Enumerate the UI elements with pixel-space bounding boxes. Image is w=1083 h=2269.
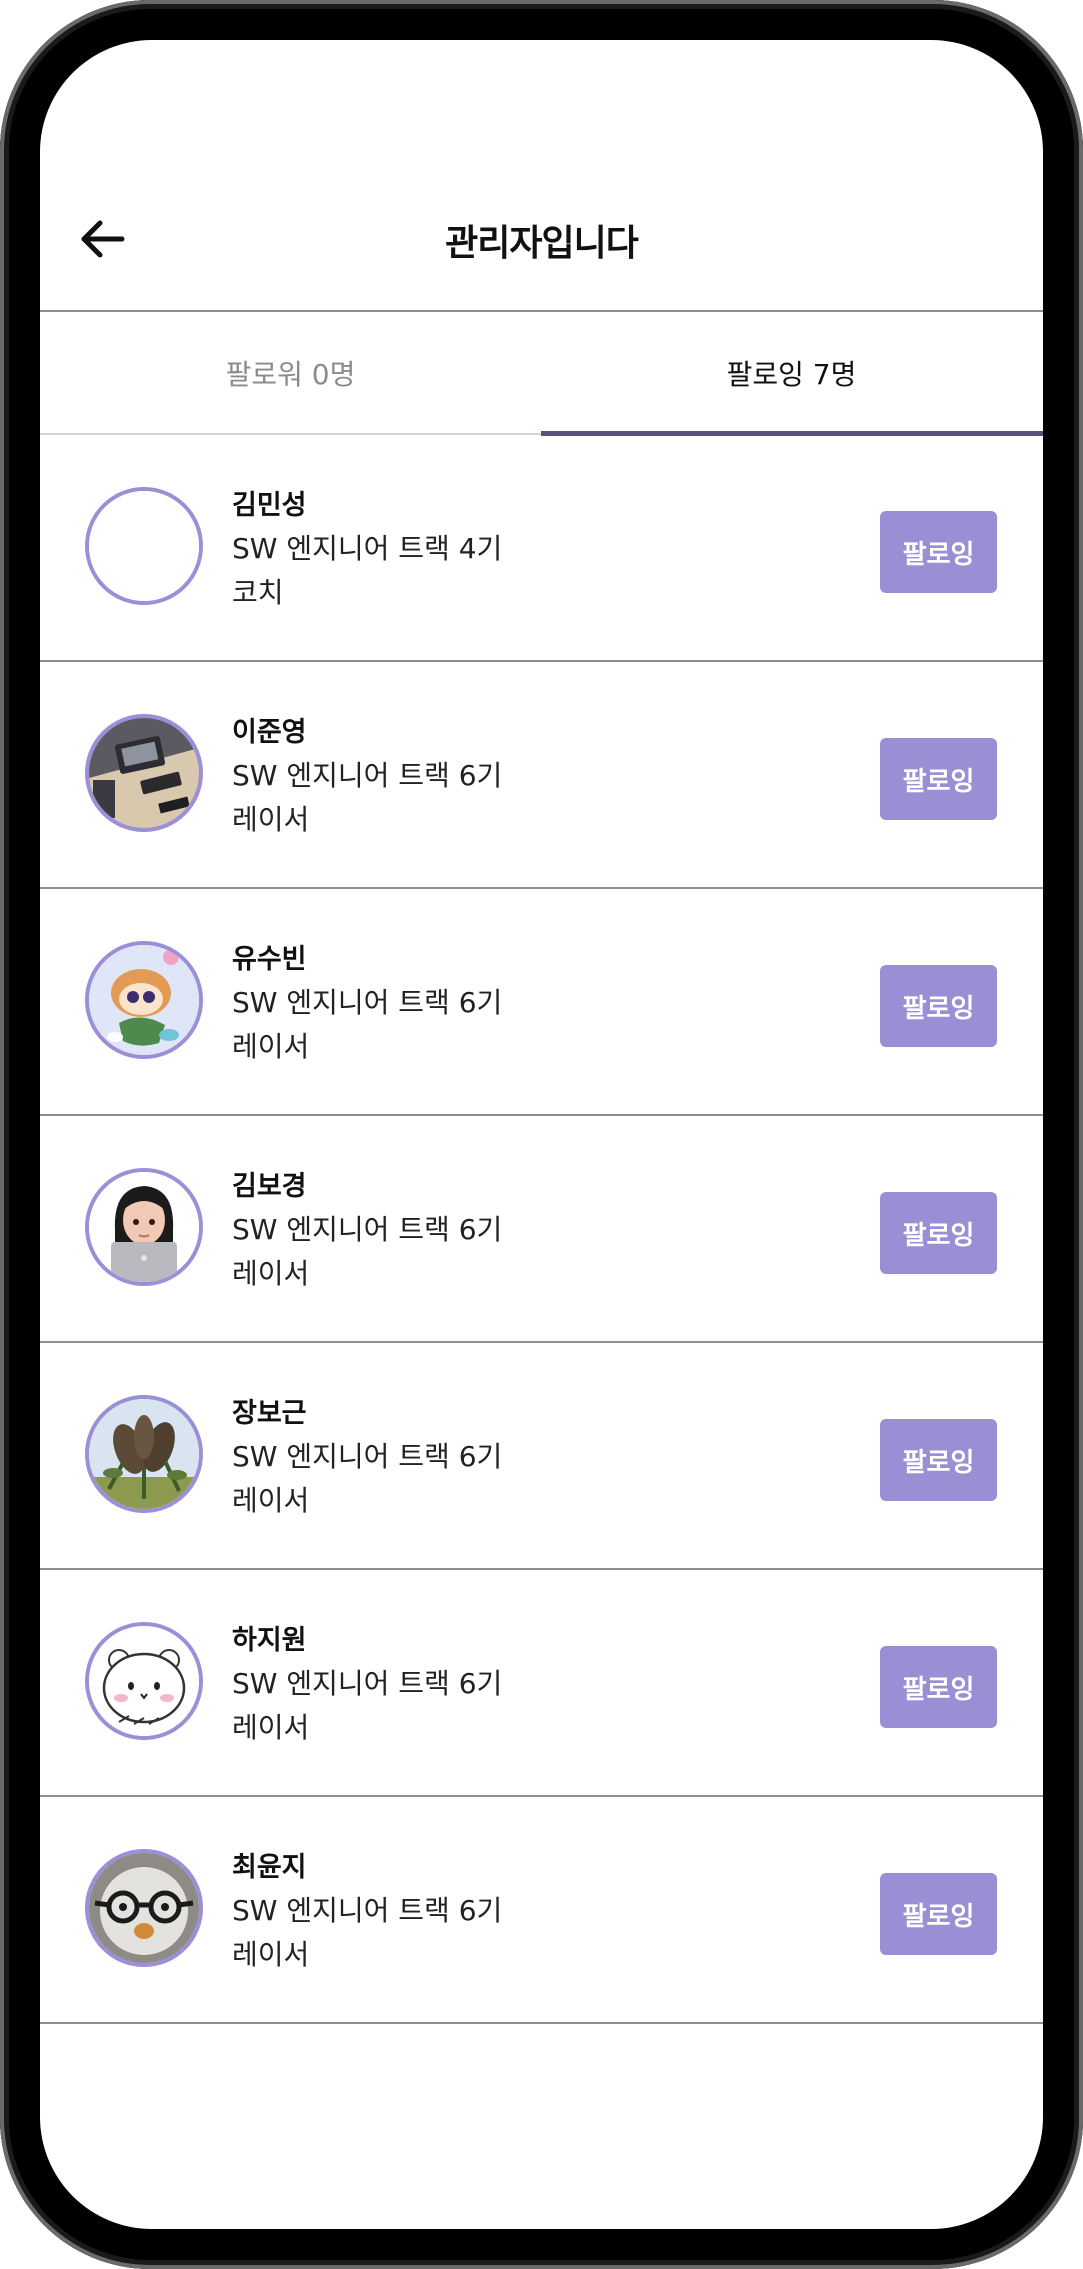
user-track: SW 엔지니어 트랙 6기: [232, 1894, 503, 1927]
user-name: 김민성: [232, 490, 307, 521]
following-button[interactable]: 팔로잉: [880, 1419, 997, 1501]
user-role: 레이서: [232, 1711, 310, 1744]
glasses-bird-avatar[interactable]: [85, 1849, 203, 1967]
user-role: 코치: [232, 576, 284, 609]
user-name: 김보경: [232, 1171, 307, 1202]
user-role: 레이서: [232, 1257, 310, 1290]
user-role: 레이서: [232, 1030, 310, 1063]
following-button[interactable]: 팔로잉: [880, 1192, 997, 1274]
user-role: 레이서: [232, 803, 310, 836]
user-track: SW 엔지니어 트랙 6기: [232, 1667, 503, 1700]
tab-bar: 팔로워 0명 팔로잉 7명: [40, 312, 1043, 436]
user-name: 최윤지: [232, 1852, 307, 1883]
following-list: 김민성 SW 엔지니어 트랙 4기 코치 팔로잉 이준영 SW 엔지니어 트랙 …: [40, 435, 1043, 2024]
list-item[interactable]: 김보경 SW 엔지니어 트랙 6기 레이서 팔로잉: [40, 1116, 1043, 1343]
user-track: SW 엔지니어 트랙 4기: [232, 532, 503, 565]
phone-screen: 관리자입니다 팔로워 0명 팔로잉 7명 김민성 SW 엔지니어 트랙 4기 코…: [40, 40, 1043, 2229]
list-item[interactable]: 장보근 SW 엔지니어 트랙 6기 레이서 팔로잉: [40, 1343, 1043, 1570]
tab-followers[interactable]: 팔로워 0명: [40, 312, 541, 433]
phone-frame: 관리자입니다 팔로워 0명 팔로잉 7명 김민성 SW 엔지니어 트랙 4기 코…: [0, 0, 1083, 2269]
list-item[interactable]: 김민성 SW 엔지니어 트랙 4기 코치 팔로잉: [40, 435, 1043, 662]
user-track: SW 엔지니어 트랙 6기: [232, 1213, 503, 1246]
white-bear-avatar[interactable]: [85, 1622, 203, 1740]
user-track: SW 엔지니어 트랙 6기: [232, 759, 503, 792]
following-button[interactable]: 팔로잉: [880, 1873, 997, 1955]
user-role: 레이서: [232, 1484, 310, 1517]
following-button[interactable]: 팔로잉: [880, 738, 997, 820]
following-button[interactable]: 팔로잉: [880, 1646, 997, 1728]
cartoon-character-avatar[interactable]: [85, 941, 203, 1059]
user-role: 레이서: [232, 1938, 310, 1971]
user-name: 장보근: [232, 1398, 307, 1429]
page-title: 관리자입니다: [445, 223, 639, 264]
user-name: 하지원: [232, 1625, 307, 1656]
following-button[interactable]: 팔로잉: [880, 965, 997, 1047]
tab-following[interactable]: 팔로잉 7명: [541, 312, 1042, 433]
list-item[interactable]: 이준영 SW 엔지니어 트랙 6기 레이서 팔로잉: [40, 662, 1043, 889]
list-item[interactable]: 하지원 SW 엔지니어 트랙 6기 레이서 팔로잉: [40, 1570, 1043, 1797]
user-track: SW 엔지니어 트랙 6기: [232, 1440, 503, 1473]
plant-photo-avatar[interactable]: [85, 1395, 203, 1513]
memoji-laptop-avatar[interactable]: [85, 1168, 203, 1286]
list-item[interactable]: 유수빈 SW 엔지니어 트랙 6기 레이서 팔로잉: [40, 889, 1043, 1116]
user-name: 이준영: [232, 717, 307, 748]
empty-avatar[interactable]: [85, 487, 203, 605]
header: 관리자입니다: [40, 40, 1043, 312]
user-track: SW 엔지니어 트랙 6기: [232, 986, 503, 1019]
user-name: 유수빈: [232, 944, 307, 975]
desk-photo-avatar[interactable]: [85, 714, 203, 832]
following-button[interactable]: 팔로잉: [880, 511, 997, 593]
list-item[interactable]: 최윤지 SW 엔지니어 트랙 6기 레이서 팔로잉: [40, 1797, 1043, 2024]
